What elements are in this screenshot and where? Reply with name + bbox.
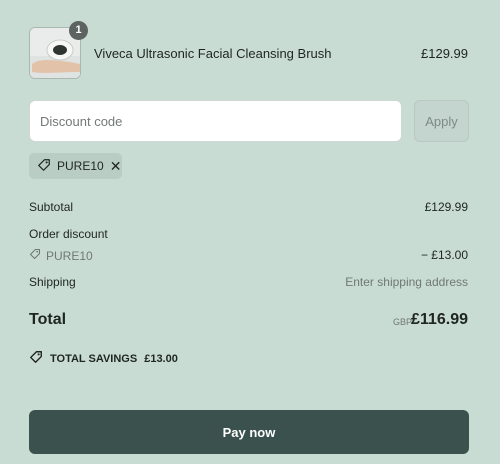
apply-discount-button[interactable]: Apply bbox=[414, 100, 469, 142]
remove-discount-icon[interactable]: ✕ bbox=[110, 159, 122, 173]
savings-value: £13.00 bbox=[144, 352, 178, 365]
total-label: Total bbox=[29, 311, 67, 328]
total-currency: GBP bbox=[392, 317, 412, 327]
applied-discount-code: PURE10 bbox=[57, 159, 104, 173]
order-discount-row: Order discount bbox=[29, 227, 468, 241]
total-value: £116.99 bbox=[411, 311, 468, 328]
order-discount-value: − £13.00 bbox=[420, 248, 468, 262]
order-discount-detail-row: PURE10 − £13.00 bbox=[29, 248, 468, 263]
tag-icon bbox=[37, 158, 51, 175]
subtotal-label: Subtotal bbox=[29, 200, 74, 214]
subtotal-row: Subtotal £129.99 bbox=[29, 200, 468, 214]
shipping-row: Shipping Enter shipping address bbox=[29, 275, 468, 289]
discount-code-input[interactable] bbox=[29, 100, 402, 142]
quantity-badge: 1 bbox=[69, 21, 88, 40]
total-savings: TOTAL SAVINGS £13.00 bbox=[29, 350, 178, 367]
shipping-value: Enter shipping address bbox=[345, 275, 468, 289]
order-discount-code: PURE10 bbox=[46, 248, 93, 263]
pay-now-button[interactable]: Pay now bbox=[29, 410, 469, 454]
tag-icon bbox=[29, 350, 43, 367]
product-price: £129.99 bbox=[421, 46, 468, 61]
order-discount-code-wrap: PURE10 bbox=[29, 248, 93, 263]
order-discount-label: Order discount bbox=[29, 227, 108, 241]
shipping-label: Shipping bbox=[29, 275, 76, 289]
tag-icon bbox=[29, 248, 41, 263]
product-name: Viveca Ultrasonic Facial Cleansing Brush bbox=[94, 46, 332, 61]
subtotal-value: £129.99 bbox=[424, 200, 468, 214]
savings-label: TOTAL SAVINGS bbox=[50, 352, 138, 365]
applied-discount-chip: PURE10 ✕ bbox=[29, 153, 122, 179]
